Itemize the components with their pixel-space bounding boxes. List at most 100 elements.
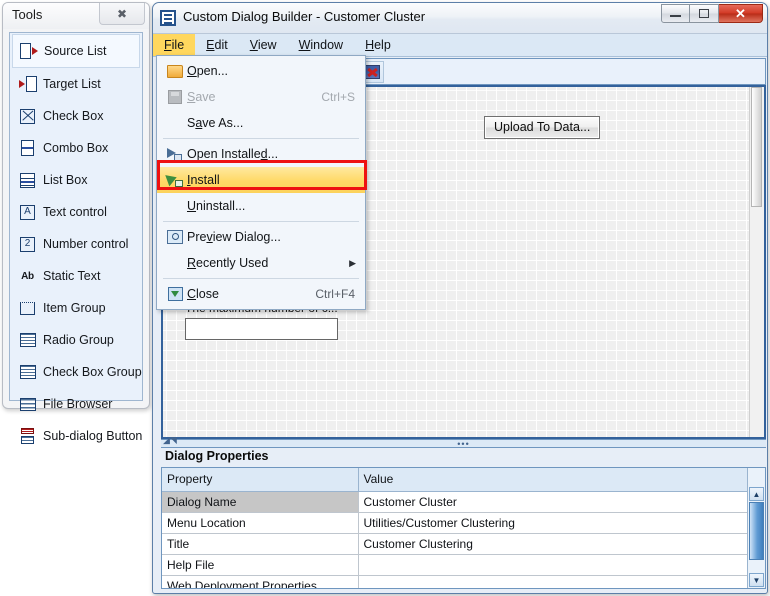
tool-item-combo-box[interactable]: Combo Box xyxy=(10,132,142,164)
menu-separator xyxy=(163,221,359,222)
close-icon: ✖ xyxy=(116,6,128,21)
cell-value[interactable]: Utilities/Customer Clustering xyxy=(358,512,765,534)
tool-item-check-box[interactable]: Check Box xyxy=(10,100,142,132)
column-header-property[interactable]: Property xyxy=(162,468,359,492)
menu-item-open[interactable]: Open... xyxy=(157,58,365,84)
file-menu-dropdown[interactable]: Open... Save Ctrl+S Save As... Open Inst… xyxy=(156,55,367,310)
tool-item-file-browser[interactable]: File Browser xyxy=(10,388,142,420)
table-row[interactable]: Web Deployment Properties xyxy=(162,575,765,588)
cell-value[interactable] xyxy=(358,575,765,588)
table-header-row: Property Value xyxy=(162,468,765,492)
upload-to-data-button[interactable]: Upload To Data... xyxy=(484,116,601,139)
tool-item-list-box[interactable]: List Box xyxy=(10,164,142,196)
window-title: Custom Dialog Builder - Customer Cluster xyxy=(183,9,426,24)
file-browser-icon xyxy=(17,394,38,415)
splitter-left-handle[interactable]: ◢◥ xyxy=(163,435,177,446)
menu-item-label: Save xyxy=(187,90,216,104)
menu-item-recently-used[interactable]: Recently Used ▶ xyxy=(157,250,365,276)
cell-property[interactable]: Dialog Name xyxy=(162,491,359,513)
combo-box-icon xyxy=(17,138,38,159)
preview-dialog-icon xyxy=(163,230,187,244)
cell-property[interactable]: Title xyxy=(162,533,359,555)
cell-property[interactable]: Help File xyxy=(162,554,359,576)
save-disk-icon xyxy=(163,90,187,104)
menu-item-label: Save As... xyxy=(187,116,244,130)
menu-file[interactable]: File xyxy=(153,34,196,56)
maximize-button[interactable] xyxy=(690,4,719,23)
minimize-button[interactable] xyxy=(661,4,690,23)
tool-label: Radio Group xyxy=(43,333,114,347)
menu-item-label: Uninstall... xyxy=(187,199,246,213)
tool-item-text-control[interactable]: A Text control xyxy=(10,196,142,228)
sub-dialog-button-icon xyxy=(17,426,38,447)
close-button[interactable]: ✕ xyxy=(719,4,763,23)
radio-group-icon xyxy=(17,330,38,351)
menu-item-uninstall[interactable]: Uninstall... xyxy=(157,193,365,219)
panel-splitter[interactable]: ◢◥ ••• xyxy=(161,435,766,449)
submenu-arrow-icon: ▶ xyxy=(349,257,356,268)
dialog-properties-table[interactable]: Property Value Dialog Name Customer Clus… xyxy=(161,467,766,589)
tool-item-source-list[interactable]: Source List xyxy=(12,34,140,68)
menu-item-close[interactable]: Close Ctrl+F4 xyxy=(157,281,365,307)
tool-label: Text control xyxy=(43,205,107,219)
target-list-icon xyxy=(17,74,38,95)
tool-item-static-text[interactable]: Ab Static Text xyxy=(10,260,142,292)
tools-panel-titlebar: Tools ✖ xyxy=(3,3,149,29)
menu-item-save-as[interactable]: Save As... xyxy=(157,110,365,136)
tool-label: Combo Box xyxy=(43,141,109,155)
menu-separator xyxy=(163,138,359,139)
delete-x-icon xyxy=(364,65,380,79)
scroll-down-button[interactable]: ▼ xyxy=(749,573,764,587)
tool-item-target-list[interactable]: Target List xyxy=(10,68,142,100)
tools-panel-close-button[interactable]: ✖ xyxy=(99,3,145,25)
document-tabstrip xyxy=(356,58,766,85)
menu-item-save: Save Ctrl+S xyxy=(157,84,365,110)
canvas-vertical-scrollbar[interactable] xyxy=(749,87,764,437)
menu-window[interactable]: Window xyxy=(288,34,354,56)
table-row[interactable]: Help File xyxy=(162,554,765,576)
menu-item-label: Open... xyxy=(187,64,229,78)
chevron-up-icon: ▲ xyxy=(752,489,761,499)
canvas-scroll-thumb[interactable] xyxy=(751,87,762,207)
menu-view[interactable]: View xyxy=(239,34,288,56)
menu-bar: File Edit View Window Help xyxy=(153,34,767,57)
tool-item-item-group[interactable]: Item Group xyxy=(10,292,142,324)
cell-property[interactable]: Menu Location xyxy=(162,512,359,534)
tool-item-sub-dialog-button[interactable]: Sub-dialog Button xyxy=(10,420,142,452)
cell-value[interactable]: Customer Clustering xyxy=(358,533,765,555)
app-icon xyxy=(160,10,176,26)
tools-panel-title: Tools xyxy=(12,7,43,22)
column-header-value[interactable]: Value xyxy=(358,468,765,492)
menu-separator xyxy=(163,278,359,279)
menu-item-preview-dialog[interactable]: Preview Dialog... xyxy=(157,224,365,250)
cell-property[interactable]: Web Deployment Properties xyxy=(162,575,359,588)
tools-list[interactable]: Source List Target List Check Box Combo … xyxy=(9,32,143,444)
tool-label: Item Group xyxy=(43,301,106,315)
max-number-input[interactable] xyxy=(185,318,338,340)
menu-item-install[interactable]: Install xyxy=(157,167,365,193)
table-row[interactable]: Title Customer Clustering xyxy=(162,533,765,555)
menu-item-open-installed[interactable]: Open Installed... xyxy=(157,141,365,167)
table-row[interactable]: Menu Location Utilities/Customer Cluster… xyxy=(162,512,765,534)
menu-edit[interactable]: Edit xyxy=(195,34,239,56)
tool-label: Number control xyxy=(43,237,129,251)
tool-item-radio-group[interactable]: Radio Group xyxy=(10,324,142,356)
tool-label: Source List xyxy=(44,44,107,58)
cell-value[interactable] xyxy=(358,554,765,576)
tool-item-number-control[interactable]: 2 Number control xyxy=(10,228,142,260)
tools-panel: Tools ✖ Source List Target List Check Bo… xyxy=(2,2,150,444)
item-group-icon xyxy=(17,298,38,319)
properties-vertical-scrollbar[interactable]: ▲ ▼ xyxy=(747,468,765,588)
menu-help[interactable]: Help xyxy=(354,34,402,56)
table-row[interactable]: Dialog Name Customer Cluster xyxy=(162,491,765,513)
scroll-up-button[interactable]: ▲ xyxy=(749,487,764,501)
menu-item-label: Preview Dialog... xyxy=(187,230,281,244)
menu-item-accelerator: Ctrl+F4 xyxy=(315,287,355,301)
dialog-properties-title: Dialog Properties xyxy=(165,449,269,463)
properties-scroll-thumb[interactable] xyxy=(749,502,764,560)
tool-item-check-box-group[interactable]: Check Box Group xyxy=(10,356,142,388)
tool-label: Static Text xyxy=(43,269,101,283)
static-text-icon: Ab xyxy=(21,270,34,282)
source-list-icon xyxy=(18,41,39,62)
cell-value[interactable]: Customer Cluster xyxy=(358,491,765,513)
